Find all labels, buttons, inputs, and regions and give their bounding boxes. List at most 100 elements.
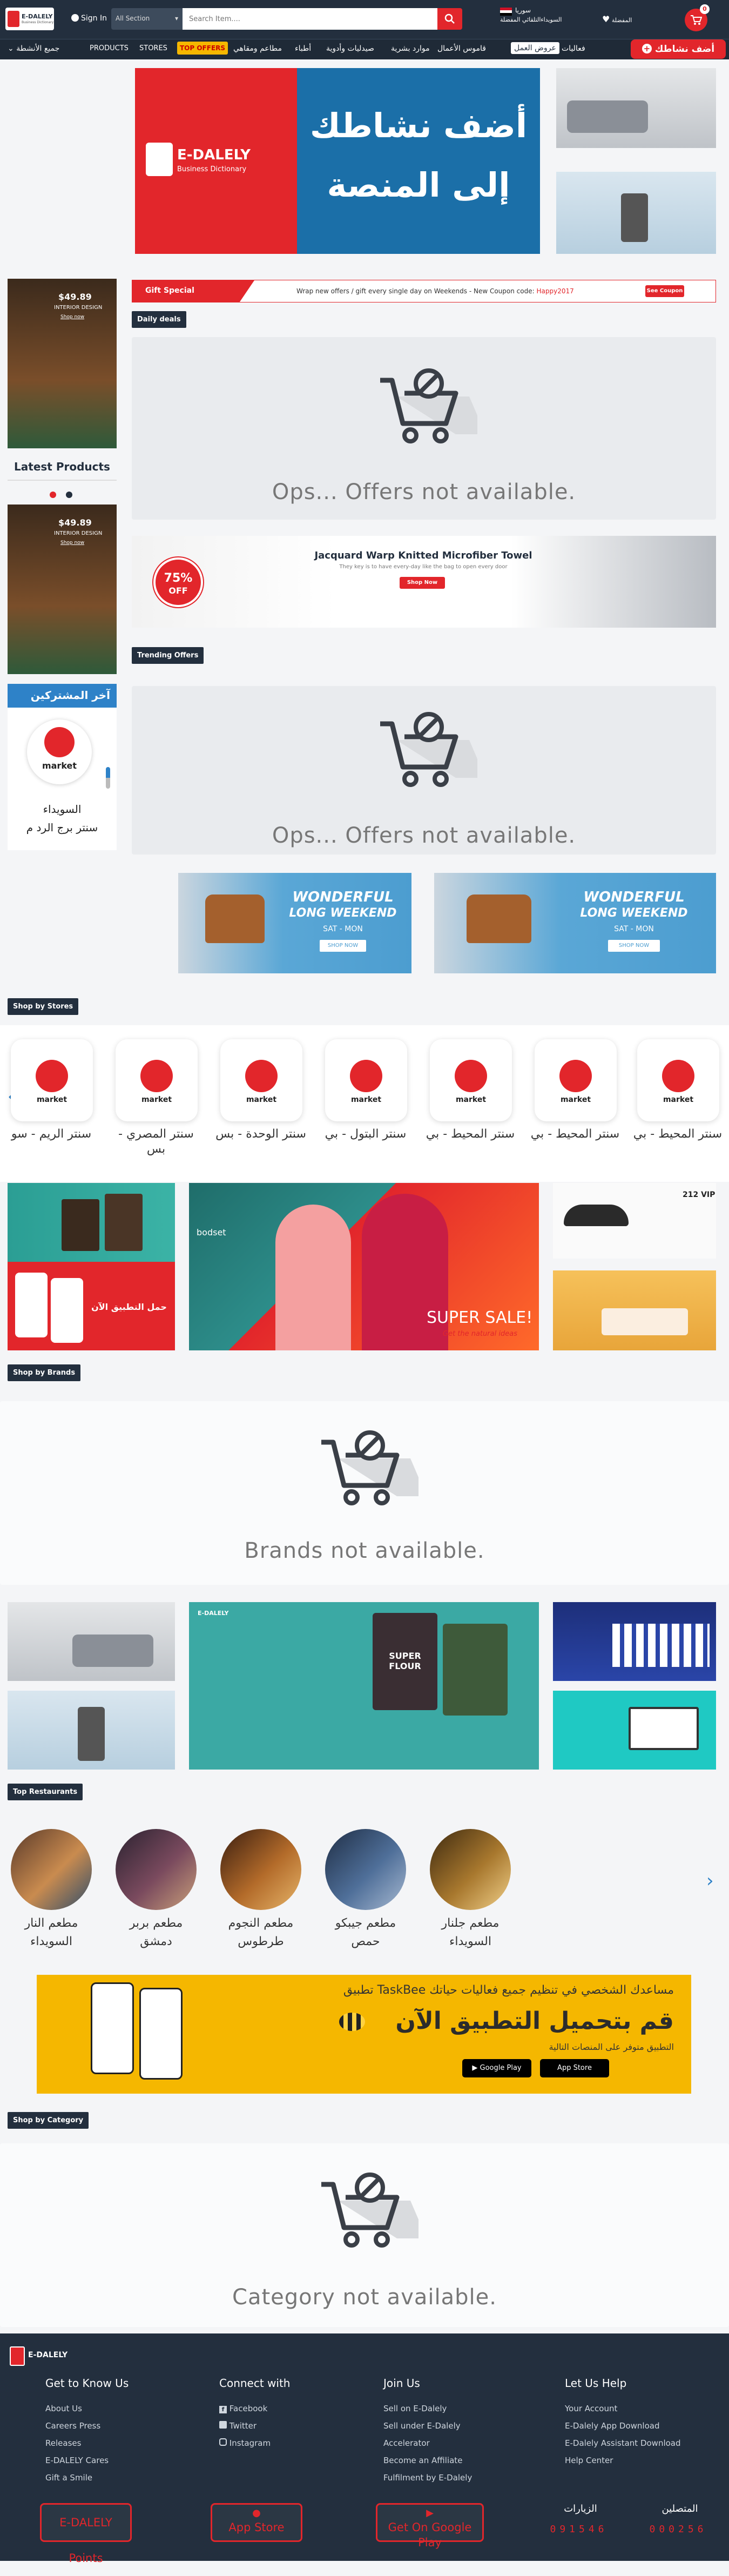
restaurant-image[interactable] [11, 1829, 92, 1910]
weekend-shop-button[interactable]: SHOP NOW [320, 940, 366, 952]
restaurant-image[interactable] [116, 1829, 197, 1910]
edalely-points-button[interactable]: E-DALELY Points [40, 2503, 132, 2565]
weekend-shop-button[interactable]: SHOP NOW [608, 940, 660, 952]
footer-link[interactable]: Fulfilment by E-Dalely [383, 2473, 472, 2483]
ad-super-flour[interactable]: E-DALELY SUPER FLOUR [189, 1602, 539, 1770]
ad-sofa-grey[interactable] [8, 1602, 175, 1681]
footer-link[interactable]: Releases [45, 2438, 81, 2448]
restaurant-name[interactable]: مطعم بربر [110, 1915, 202, 1932]
app-store-badge[interactable]: App Store [540, 2059, 609, 2077]
add-business-button[interactable]: + أضف نشاطك [631, 39, 726, 59]
footer-link[interactable]: E-Dalely Assistant Download [565, 2438, 681, 2448]
search-input[interactable] [183, 8, 437, 30]
footer-link[interactable]: E-Dalely App Download [565, 2421, 659, 2431]
store-name[interactable]: سنتر الوحدة - بس [215, 1127, 307, 1142]
latest-product-title: INTERIOR DESIGN [54, 530, 103, 536]
subscriber-card[interactable]: market السويداء سنتر برج الرد م [8, 708, 117, 850]
footer-link[interactable]: E-DALELY Cares [45, 2456, 109, 2465]
store-card[interactable] [11, 1039, 93, 1121]
footer-twitter-link[interactable]: Twitter [219, 2421, 256, 2431]
taskbee-banner[interactable]: تطبيق TaskBee مساعدك الشخصي في تنظيم جمي… [37, 1975, 691, 2094]
subscriber-scroll-dots[interactable] [106, 767, 110, 789]
store-name[interactable]: سنتر المحيط - بي [632, 1127, 724, 1142]
ad-sofa-orange[interactable] [553, 1270, 716, 1350]
ad-chair[interactable] [8, 1691, 175, 1770]
weekend-banner-2[interactable]: WONDERFUL LONG WEEKEND SAT - MON SHOP NO… [434, 873, 716, 973]
cart-button[interactable]: 0 [685, 4, 710, 31]
section-select[interactable]: All Section ▾ [111, 8, 183, 30]
see-coupon-button[interactable]: See Coupon [645, 285, 684, 297]
footer-link[interactable]: Become an Affiliate [383, 2456, 462, 2465]
sidebar-promo[interactable]: $49.89 INTERIOR DESIGN Shop now [8, 279, 117, 448]
ad-cosmetics[interactable] [553, 1602, 716, 1681]
nav-top-offers[interactable]: TOP OFFERS [177, 42, 228, 55]
nav-business-dictionary[interactable]: قاموس الأعمال [437, 44, 486, 53]
phone-mock [91, 1982, 134, 2074]
store-card[interactable] [116, 1039, 198, 1121]
carousel-dot[interactable] [66, 492, 72, 498]
latest-product-card[interactable]: $49.89 INTERIOR DESIGN Shop now [8, 505, 117, 674]
nav-job-offers[interactable]: عروض العمل [511, 42, 559, 54]
store-card[interactable] [637, 1039, 719, 1121]
store-name[interactable]: سنتر الريم - سو [5, 1127, 97, 1142]
favorites-link[interactable]: ♥ المفضلة [602, 14, 632, 24]
footer-link[interactable]: Help Center [565, 2456, 613, 2465]
store-card[interactable] [535, 1039, 617, 1121]
store-name[interactable]: سنتر المصري - بس [110, 1127, 202, 1157]
nav-products[interactable]: PRODUCTS [90, 44, 129, 52]
hero-side-image-sofa[interactable] [556, 68, 716, 148]
store-card[interactable] [430, 1039, 512, 1121]
restaurant-image[interactable] [430, 1829, 511, 1910]
footer-link[interactable]: Gift a Smile [45, 2473, 92, 2483]
all-activities-menu[interactable]: ⌄ جميع الأنشطة [8, 44, 59, 53]
restaurant-name[interactable]: مطعم جلنار [424, 1915, 516, 1932]
ad-beauty[interactable]: 212 VIP [553, 1183, 716, 1259]
nav-pharmacies[interactable]: صيدليات وأدوية [326, 44, 374, 53]
google-play-button[interactable]: ▶ Get On Google Play [376, 2503, 484, 2549]
store-card[interactable] [220, 1039, 302, 1121]
store-name[interactable]: سنتر المحيط - بي [424, 1127, 516, 1142]
nav-doctors[interactable]: أطباء [295, 44, 311, 53]
restaurant-name[interactable]: مطعم النار [5, 1915, 97, 1932]
footer-link[interactable]: About Us [45, 2404, 82, 2413]
restaurant-image[interactable] [220, 1829, 301, 1910]
sign-in-link[interactable]: Sign In [71, 14, 107, 23]
nav-restaurants[interactable]: مطاعم ومقاهي [233, 44, 282, 53]
app-store-button[interactable]: ● App Store [211, 2503, 302, 2542]
ad-app[interactable]: حمل التطبيق الآن [8, 1262, 175, 1350]
store-name[interactable]: سنتر البتول - بي [320, 1127, 411, 1142]
footer-logo[interactable]: E-DALELY [10, 2344, 75, 2369]
site-logo[interactable]: E-DALELY Business Dictionary [5, 8, 54, 30]
towel-shop-button[interactable]: Shop Now [400, 577, 445, 589]
latest-product-link[interactable]: Shop now [60, 540, 84, 546]
carousel-dot-active[interactable] [50, 492, 56, 498]
subscriber-city: السويداء [43, 803, 82, 816]
footer-facebook-link[interactable]: f Facebook [219, 2404, 267, 2413]
store-card[interactable] [325, 1039, 407, 1121]
ad-chocolate[interactable] [8, 1183, 175, 1262]
footer-instagram-link[interactable]: Instagram [219, 2438, 271, 2448]
ad-super-sale[interactable]: bodset SUPER SALE! Get the natural ideas [189, 1183, 539, 1350]
restaurants-next-arrow[interactable]: › [706, 1870, 714, 1892]
store-name[interactable]: سنتر المحيط - بي [529, 1127, 621, 1142]
weekend-banner-1[interactable]: WONDERFUL LONG WEEKEND SAT - MON SHOP NO… [178, 873, 411, 973]
restaurant-image[interactable] [325, 1829, 406, 1910]
hero-side-image-chair[interactable] [556, 172, 716, 254]
footer-link[interactable]: Sell on E-Dalely [383, 2404, 447, 2413]
hero-banner[interactable]: E-DALELY Business Dictionary أضف نشاطك إ… [135, 68, 540, 254]
nav-human-resources[interactable]: موارد بشرية [391, 44, 430, 53]
country-selector[interactable]: سوريا السويداءالتلقائي المفضلة [500, 6, 562, 23]
footer-link[interactable]: Careers Press [45, 2421, 100, 2431]
ad-devices[interactable] [553, 1691, 716, 1770]
promo-link[interactable]: Shop now [60, 314, 84, 320]
towel-banner[interactable]: 75% OFF Jacquard Warp Knitted Microfiber… [132, 536, 716, 628]
footer-link[interactable]: Your Account [565, 2404, 617, 2413]
restaurant-name[interactable]: مطعم النجوم [215, 1915, 307, 1932]
footer-link[interactable]: Sell under E-Dalely [383, 2421, 461, 2431]
search-button[interactable] [437, 8, 462, 30]
google-play-badge[interactable]: ▶ Google Play [462, 2059, 531, 2077]
nav-stores[interactable]: STORES [139, 44, 167, 52]
footer-link[interactable]: Accelerator [383, 2438, 430, 2448]
restaurant-name[interactable]: مطعم جيبكو [320, 1915, 411, 1932]
nav-events[interactable]: فعاليات [562, 44, 585, 53]
